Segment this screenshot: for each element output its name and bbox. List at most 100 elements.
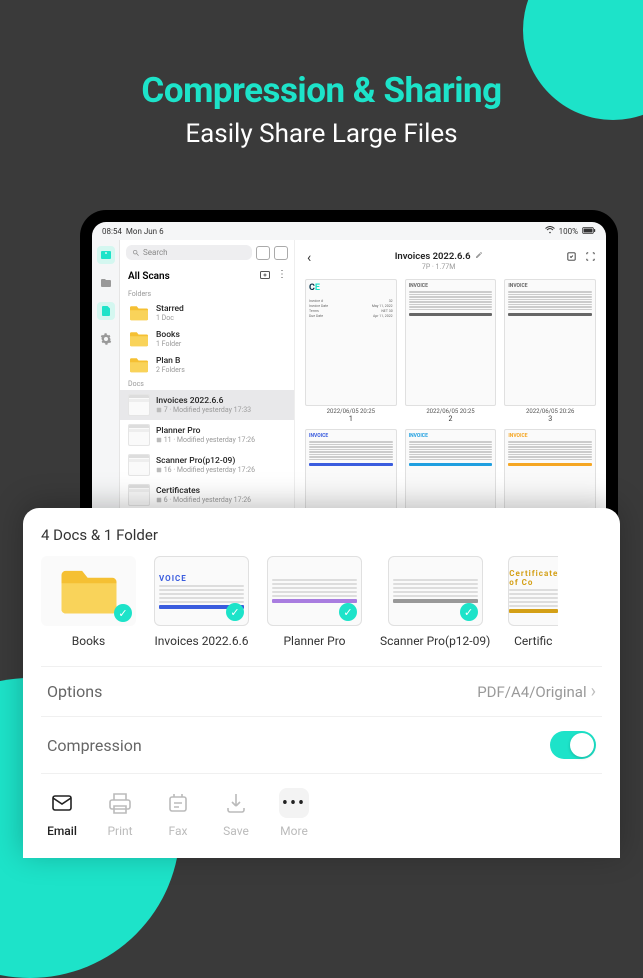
folder-row[interactable]: Starred 1 Doc (120, 300, 294, 326)
page-thumb: CE Invoice #32 Invoice DateMay 11, 2022 … (305, 279, 397, 406)
edit-title-icon[interactable] (475, 252, 483, 261)
hero-subtitle: Easily Share Large Files (0, 119, 643, 149)
search-input[interactable]: Search (126, 245, 252, 260)
export-icon[interactable] (566, 251, 577, 265)
print-icon (105, 788, 135, 818)
action-row: Email Print Fax Save ••• More (41, 773, 602, 844)
search-placeholder: Search (143, 248, 168, 257)
doc-thumb-icon (128, 394, 150, 416)
status-bar: 08:54 Mon Jun 6 100% (92, 222, 606, 240)
doc-thumb-icon (128, 424, 150, 446)
check-badge-icon: ✓ (339, 603, 357, 621)
page-cell[interactable]: CE Invoice #32 Invoice DateMay 11, 2022 … (305, 279, 397, 423)
check-badge-icon: ✓ (226, 603, 244, 621)
action-label: More (280, 824, 308, 838)
action-fax-button[interactable]: Fax (163, 788, 193, 838)
new-folder-icon[interactable] (256, 246, 270, 260)
doc-sub: 6 · Modified yesterday 17:26 (156, 496, 286, 504)
scan-icon[interactable] (585, 251, 596, 265)
add-icon[interactable] (259, 269, 271, 284)
doc-row[interactable]: Certificates 6 · Modified yesterday 17:2… (120, 480, 294, 510)
share-header: 4 Docs & 1 Folder (41, 526, 602, 544)
mail-icon (47, 788, 77, 818)
doc-title: Invoices 2022.6.6 (311, 244, 566, 263)
share-doc-thumb: ✓ (388, 556, 483, 626)
doc-sub: 7 · Modified yesterday 17:33 (156, 406, 286, 414)
compression-toggle[interactable] (550, 731, 596, 759)
share-item[interactable]: ✓ Scanner Pro(p12-09) (380, 556, 490, 648)
share-item[interactable]: ✓ Books (41, 556, 136, 648)
action-label: Fax (169, 824, 188, 838)
options-row[interactable]: Options PDF/A4/Original › (41, 666, 602, 716)
page-cell[interactable]: INVOICE 2022/06/05 20:26 3 (504, 279, 596, 423)
share-doc-thumb: Certificate of Co (508, 556, 558, 626)
rail-item-folder[interactable] (97, 274, 115, 292)
folder-sub: 1 Doc (156, 314, 286, 322)
folder-name: Plan B (156, 356, 286, 366)
options-label: Options (47, 682, 102, 701)
page-meta: 2022/06/05 20:25 (327, 408, 375, 415)
status-right: 100% (545, 226, 596, 236)
page-thumb: INVOICE (504, 279, 596, 406)
share-doc-thumb: VOICE ✓ (154, 556, 249, 626)
doc-sub: 11 · Modified yesterday 17:26 (156, 436, 286, 444)
doc-name: Planner Pro (156, 426, 286, 436)
share-item-label: Invoices 2022.6.6 (155, 634, 249, 648)
fax-icon (163, 788, 193, 818)
action-save-button[interactable]: Save (221, 788, 251, 838)
rail-item-doc[interactable] (97, 302, 115, 320)
share-item[interactable]: Certificate of Co Certific (508, 556, 558, 648)
more-icon: ••• (279, 788, 309, 818)
share-item[interactable]: VOICE ✓ Invoices 2022.6.6 (154, 556, 249, 648)
view-toggle-icon[interactable] (274, 246, 288, 260)
wifi-icon (545, 226, 555, 236)
doc-row[interactable]: Planner Pro 11 · Modified yesterday 17:2… (120, 420, 294, 450)
doc-sub: 16 · Modified yesterday 17:26 (156, 466, 286, 474)
chevron-right-icon: › (591, 681, 596, 702)
action-mail-button[interactable]: Email (47, 788, 77, 838)
rail-item-settings[interactable] (97, 330, 115, 348)
page-cell[interactable]: INVOICE 2022/06/05 20:25 2 (405, 279, 497, 423)
share-item-label: Certific (514, 634, 552, 648)
compression-label: Compression (47, 736, 142, 755)
share-items-row[interactable]: ✓ Books VOICE ✓ Invoices 2022.6.6 ✓ Plan… (41, 556, 602, 648)
doc-thumb-icon (128, 454, 150, 476)
folder-sub: 2 Folders (156, 366, 286, 374)
doc-name: Certificates (156, 486, 286, 496)
page-thumb: INVOICE (405, 279, 497, 406)
all-scans-title: All Scans (128, 271, 170, 282)
doc-row[interactable]: Scanner Pro(p12-09) 16 · Modified yester… (120, 450, 294, 480)
action-print-button[interactable]: Print (105, 788, 135, 838)
page-meta: 2022/06/05 20:26 (526, 408, 574, 415)
page-number: 3 (548, 415, 552, 423)
share-item[interactable]: ✓ Planner Pro (267, 556, 362, 648)
folder-name: Books (156, 330, 286, 340)
folder-icon (128, 356, 150, 374)
rail-item-phone[interactable] (97, 246, 115, 264)
folder-icon (128, 330, 150, 348)
folder-name: Starred (156, 304, 286, 314)
folders-label: Folders (120, 288, 294, 300)
status-time-date: 08:54 Mon Jun 6 (102, 227, 164, 236)
more-icon[interactable]: ⋮ (277, 269, 286, 284)
share-doc-thumb: ✓ (267, 556, 362, 626)
battery-icon (582, 227, 596, 236)
doc-row[interactable]: Invoices 2022.6.6 7 · Modified yesterday… (120, 390, 294, 420)
folder-icon (128, 304, 150, 322)
share-item-label: Planner Pro (283, 634, 345, 648)
save-icon (221, 788, 251, 818)
doc-name: Scanner Pro(p12-09) (156, 456, 286, 466)
action-more-button[interactable]: ••• More (279, 788, 309, 838)
page-number: 1 (349, 415, 353, 423)
folder-row[interactable]: Books 1 Folder (120, 326, 294, 352)
check-badge-icon: ✓ (460, 603, 478, 621)
doc-meta: 7P · 1.77M (311, 263, 566, 271)
action-label: Print (107, 824, 132, 838)
doc-thumb-icon (128, 484, 150, 506)
docs-label: Docs (120, 378, 294, 390)
check-badge-icon: ✓ (114, 604, 132, 622)
doc-name: Invoices 2022.6.6 (156, 396, 286, 406)
folder-row[interactable]: Plan B 2 Folders (120, 352, 294, 378)
page-meta: 2022/06/05 20:25 (426, 408, 474, 415)
share-item-label: Books (72, 634, 105, 648)
